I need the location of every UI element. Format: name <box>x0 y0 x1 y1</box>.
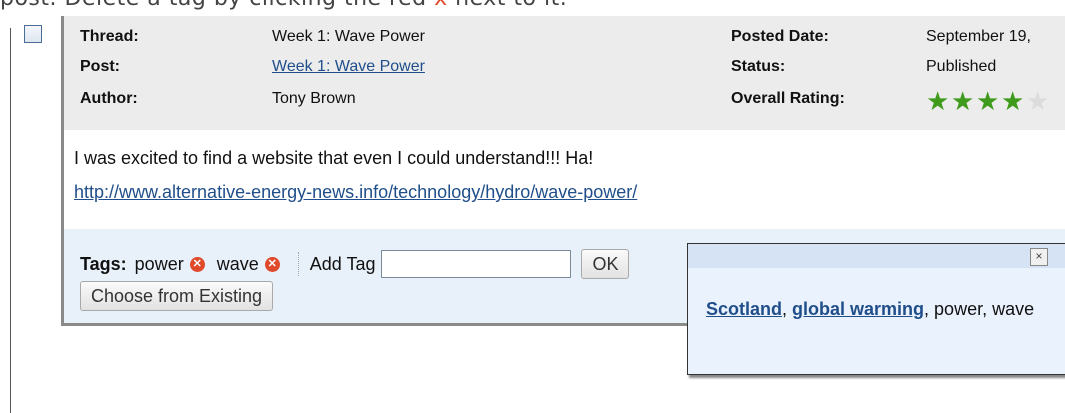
popup-rest-tags: , power, wave <box>924 299 1035 319</box>
select-post-checkbox[interactable] <box>24 25 42 43</box>
instruction-before: post. Delete a tag by clicking the red <box>0 0 434 11</box>
add-tag-label: Add Tag <box>309 253 376 274</box>
close-icon[interactable]: × <box>1030 248 1048 266</box>
posted-date-value: September 19, <box>926 28 1031 45</box>
post-meta: Thread: Week 1: Wave Power Post: Week 1:… <box>64 16 1065 130</box>
popup-sep: , <box>782 299 793 319</box>
star-filled-icon: ★ <box>926 86 950 116</box>
instruction-after: next to it. <box>448 0 568 11</box>
delete-tag-power-icon[interactable]: ✕ <box>189 256 205 272</box>
thread-value: Week 1: Wave Power <box>272 28 425 45</box>
popup-header: × <box>688 244 1065 268</box>
left-rule <box>10 28 11 413</box>
post-link[interactable]: Week 1: Wave Power <box>272 58 425 75</box>
tags-line: Tags: power ✕ wave ✕ Add Tag OK <box>80 249 630 279</box>
author-label: Author: <box>80 90 138 107</box>
star-filled-icon: ★ <box>976 86 1000 116</box>
instruction-text: post. Delete a tag by clicking the red x… <box>0 0 567 11</box>
tag-wave: wave <box>216 253 259 274</box>
tags-label: Tags: <box>80 253 127 274</box>
star-empty-icon: ★ <box>1026 86 1050 116</box>
star-filled-icon: ★ <box>951 86 975 116</box>
popup-tag-scotland[interactable]: Scotland <box>706 299 782 319</box>
rating-stars: ★ ★ ★ ★ ★ <box>926 88 1051 114</box>
status-value: Published <box>926 58 997 75</box>
choose-from-existing-button[interactable]: Choose from Existing <box>80 281 274 311</box>
author-value: Tony Brown <box>272 90 356 107</box>
post-label: Post: <box>80 58 120 75</box>
divider <box>297 252 300 276</box>
popup-tag-list: Scotland, global warming, power, wave <box>706 292 1051 326</box>
tag-power: power <box>134 253 184 274</box>
add-tag-input[interactable] <box>381 250 572 278</box>
overall-rating-label: Overall Rating: <box>731 90 845 107</box>
delete-tag-wave-icon[interactable]: ✕ <box>264 256 280 272</box>
star-filled-icon: ★ <box>1001 86 1025 116</box>
instruction-x: x <box>434 0 448 11</box>
status-label: Status: <box>731 58 786 75</box>
post-body-link[interactable]: http://www.alternative-energy-news.info/… <box>74 182 637 203</box>
popup-tag-global-warming[interactable]: global warming <box>792 299 924 319</box>
existing-tags-popup: × Scotland, global warming, power, wave <box>687 243 1065 375</box>
ok-button[interactable]: OK <box>581 249 630 279</box>
post-body-text: I was excited to find a website that eve… <box>74 148 594 168</box>
thread-label: Thread: <box>80 28 139 45</box>
posted-date-label: Posted Date: <box>731 28 829 45</box>
